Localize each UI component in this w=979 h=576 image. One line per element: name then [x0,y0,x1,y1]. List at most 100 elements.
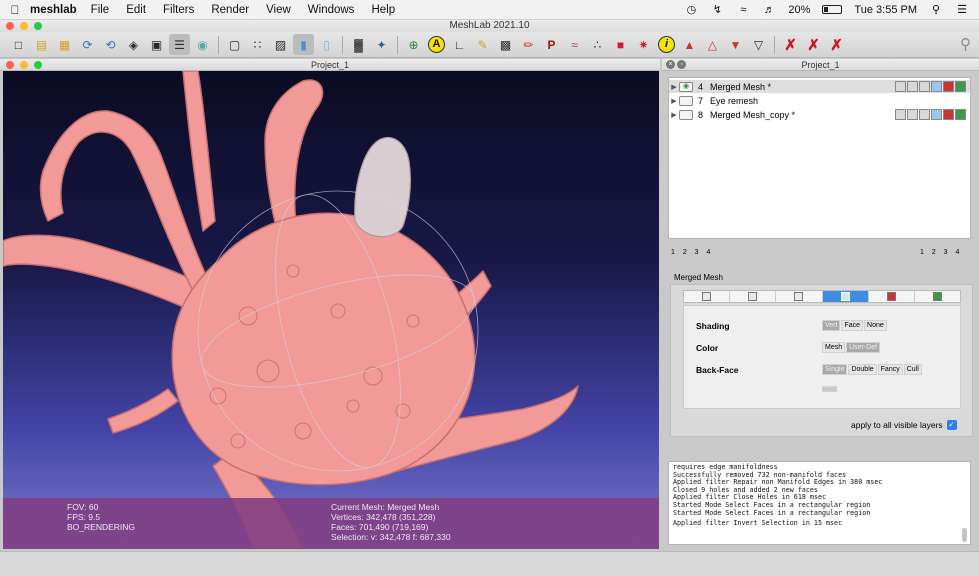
bluetooth-icon[interactable]: ↯ [710,4,724,16]
backface-cull-button[interactable]: Cull [903,364,922,375]
log-console[interactable]: requires edge manifoldness Successfully … [668,461,971,545]
select-points-icon[interactable]: ∴ [587,34,608,55]
backface-fancy-button[interactable]: Fancy [877,364,903,375]
annotate-icon[interactable]: A [426,34,447,55]
layer-render-toggles[interactable] [895,109,966,120]
layer-name[interactable]: Merged Mesh * [710,82,895,92]
zoom-subwindow-button[interactable] [34,61,42,69]
visibility-eye-icon[interactable]: ◉ [679,81,693,92]
battery-icon[interactable] [822,5,843,14]
georef-icon[interactable]: ✷ [633,34,654,55]
snapshot-icon[interactable]: ▣ [146,34,167,55]
log-scrollbar[interactable] [962,528,967,542]
close-window-button[interactable] [6,22,14,30]
layer-row[interactable]: ▶ 7 Eye remesh [669,94,970,107]
select-none-icon[interactable]: ▽ [748,34,769,55]
apply-all-checkbox[interactable]: ✓ [946,420,957,430]
layers-icon[interactable]: ☰ [169,34,190,55]
layer-name[interactable]: Merged Mesh_copy * [710,110,895,120]
blank-toggle[interactable] [822,386,837,392]
visibility-eye-icon[interactable] [679,95,693,106]
apply-all-layers[interactable]: apply to all visible layers ✓ [851,420,957,430]
lines-icon[interactable]: ▨ [270,34,291,55]
save-icon[interactable]: ◈ [123,34,144,55]
expand-arrow-icon[interactable]: ▶ [669,97,679,105]
minimize-window-button[interactable] [20,22,28,30]
tab-bbox[interactable] [684,291,731,302]
minimize-subwindow-button[interactable] [20,61,28,69]
close-subwindow-button[interactable] [6,61,14,69]
color-mesh-button[interactable]: Mesh [822,342,846,353]
backface-single-button[interactable]: Single [822,364,848,375]
pick-icon[interactable]: ✎ [472,34,493,55]
wireframe-icon[interactable]: ◉ [192,34,213,55]
texture-icon[interactable]: ▓ [348,34,369,55]
tab-solid[interactable] [822,291,869,302]
select-connected-icon[interactable]: ▼ [725,34,746,55]
new-project-icon[interactable]: □ [8,34,29,55]
open-icon[interactable]: ▦ [54,34,75,55]
apple-icon[interactable]:  [0,3,30,17]
wifi-icon[interactable]: ≈ [736,4,750,16]
raster-pager-right[interactable]: 1 2 3 4 [920,249,959,256]
menu-view[interactable]: View [266,4,291,16]
backface-double-button[interactable]: Double [848,364,877,375]
point-picker-icon[interactable]: P [541,34,562,55]
menu-help[interactable]: Help [371,4,395,16]
fps-readout: FPS: 9.5 [67,512,101,522]
delete-selected-faces-icon[interactable]: ✗ [780,34,801,55]
search-icon[interactable]: ⚲ [929,4,943,16]
tab-extra[interactable] [915,291,960,302]
menu-filters[interactable]: Filters [163,4,194,16]
paint-icon[interactable]: ✏ [518,34,539,55]
paint-color-icon[interactable]: ■ [610,34,631,55]
layer-row[interactable]: ▶ ◉ 4 Merged Mesh * [669,80,970,93]
shading-face-button[interactable]: Face [841,320,864,331]
trackball-icon[interactable]: ⊕ [403,34,424,55]
flat-icon[interactable]: ▮ [293,34,314,55]
open-project-icon[interactable]: ▤ [31,34,52,55]
axis-icon[interactable]: ✦ [371,34,392,55]
raster-pager-left[interactable]: 1 2 3 4 [671,249,710,256]
smooth-icon[interactable]: ▯ [316,34,337,55]
close-panel-button[interactable]: × [666,60,675,69]
menu-file[interactable]: File [91,4,110,16]
delete-selection-icon[interactable]: ✗ [826,34,847,55]
menubar-clock[interactable]: Tue 3:55 PM [854,4,917,16]
align-icon[interactable]: ≈ [564,34,585,55]
shading-vert-button[interactable]: Vert [822,320,841,331]
layer-row[interactable]: ▶ 8 Merged Mesh_copy * [669,108,970,121]
mesh-leg [182,71,216,232]
volume-icon[interactable]: ♬ [762,4,776,16]
menu-edit[interactable]: Edit [126,4,146,16]
tab-wire[interactable] [776,291,823,302]
select-vertices-icon[interactable]: △ [702,34,723,55]
control-center-icon[interactable]: ☰ [955,4,969,16]
menu-windows[interactable]: Windows [308,4,355,16]
layer-render-toggles[interactable] [895,81,966,92]
float-panel-button[interactable]: ◦ [677,60,686,69]
expand-arrow-icon[interactable]: ▶ [669,83,679,91]
bbox-icon[interactable]: ▢ [224,34,245,55]
color-userdef-button[interactable]: User-Def [846,342,881,353]
layer-name[interactable]: Eye remesh [710,96,970,106]
points-icon[interactable]: ∷ [247,34,268,55]
camera-icon[interactable]: ▩ [495,34,516,55]
menu-render[interactable]: Render [211,4,249,16]
time-machine-icon[interactable]: ◷ [684,4,698,16]
info-icon[interactable]: i [656,34,677,55]
visibility-eye-icon[interactable] [679,109,693,120]
reload-icon[interactable]: ⟳ [77,34,98,55]
menu-app-name[interactable]: meshlab [30,4,77,16]
delete-selected-vertices-icon[interactable]: ✗ [803,34,824,55]
reload-all-icon[interactable]: ⟲ [100,34,121,55]
shading-none-button[interactable]: None [864,320,887,331]
tab-points[interactable] [730,291,777,302]
select-faces-icon[interactable]: ▲ [679,34,700,55]
expand-arrow-icon[interactable]: ▶ [669,111,679,119]
tab-texture[interactable] [869,291,915,302]
zoom-window-button[interactable] [34,22,42,30]
3d-viewport[interactable]: FOV: 60 FPS: 9.5 BO_RENDERING Current Me… [3,71,659,549]
measure-icon[interactable]: ∟ [449,34,470,55]
toolbar-search-icon[interactable]: ⚲ [960,35,971,53]
